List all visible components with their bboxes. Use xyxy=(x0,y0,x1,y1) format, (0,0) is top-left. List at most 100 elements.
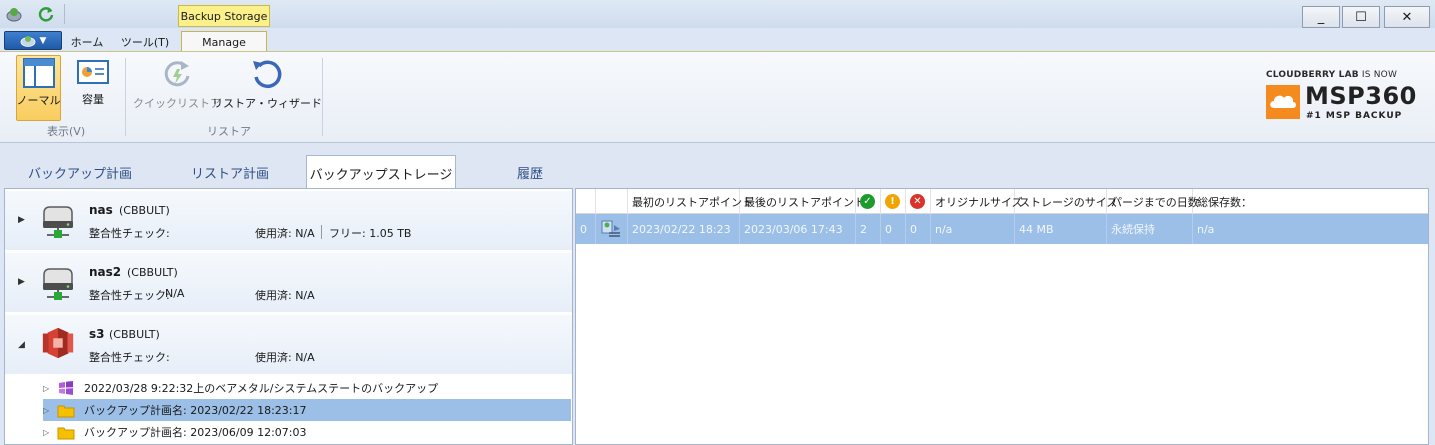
folder-icon xyxy=(57,424,77,440)
storage-owner: (CBBULT) xyxy=(127,266,178,279)
warning-icon: ! xyxy=(885,194,900,209)
tab-manage[interactable]: Manage xyxy=(181,31,267,52)
tree-item-backup-plan-20230609[interactable]: ▷ バックアップ計画名: 2023/06/09 12:07:03 xyxy=(43,421,571,443)
group-separator xyxy=(125,58,126,136)
title-bar: Backup Storage _ ☐ ✕ xyxy=(0,0,1435,28)
tree-item-backup-plan-20230222[interactable]: ▷ バックアップ計画名: 2023/02/22 18:23:17 xyxy=(43,399,571,421)
cell-first-restore-point: 2023/02/22 18:23 xyxy=(628,214,740,244)
cell-storage-size: 44 MB xyxy=(1015,214,1107,244)
tab-tools[interactable]: ツール(T) xyxy=(114,31,176,52)
used-space: 使用済: N/A xyxy=(255,351,315,364)
storage-owner: (CBBULT) xyxy=(119,204,170,217)
ribbon-panel: ノーマル 容量 表示(V) クイックリストア リストア・ウィザード リストア C… xyxy=(0,51,1435,143)
free-space: フリー: 1.05 TB xyxy=(329,227,412,240)
chevron-down-icon: ▼ xyxy=(39,35,47,46)
capacity-view-label: 容量 xyxy=(82,93,104,106)
tree-item-label: バックアップ計画名: 2023/02/22 18:23:17 xyxy=(84,404,307,417)
restore-wizard-icon xyxy=(253,60,282,89)
view-group-label: 表示(V) xyxy=(47,125,86,138)
storage-name: s3 xyxy=(89,327,105,341)
minimize-button[interactable]: _ xyxy=(1302,6,1340,28)
normal-view-icon xyxy=(22,58,55,88)
tab-history[interactable]: 履歴 xyxy=(500,155,560,189)
grid-header: 最初のリストアポイント 最後のリストアポイント ✓ ! ✕ オリジナルサイズ ス… xyxy=(576,189,1428,214)
storage-item-nas[interactable]: ▶ nas (CBBULT) 整合性チェック: 使用済: N/A フリー: 1.… xyxy=(5,191,572,251)
cell-error-count: 0 xyxy=(906,214,931,244)
collapse-arrow-icon[interactable]: ◢ xyxy=(18,340,25,350)
cell-index: 0 xyxy=(576,214,596,244)
tab-backup-plans[interactable]: バックアップ計画 xyxy=(18,155,142,189)
integrity-check-label: 整合性チェック: xyxy=(89,227,170,240)
expand-arrow-icon[interactable]: ▷ xyxy=(43,406,57,415)
quick-restore-button[interactable]: クイックリストア xyxy=(133,55,221,121)
table-row[interactable]: 0 2023/02/22 18:23 2023/03/06 17:43 2 0 … xyxy=(576,214,1428,244)
error-icon: ✕ xyxy=(910,194,925,209)
tab-home[interactable]: ホーム xyxy=(66,31,108,52)
column-header-storage-size[interactable]: ストレージのサイズ xyxy=(1015,189,1117,214)
storage-item-nas2[interactable]: ▶ nas2 (CBBULT) 整合性チェック: N/A 使用済: N/A xyxy=(5,253,572,313)
windows-icon xyxy=(57,380,77,396)
app-menu-button[interactable]: ▼ xyxy=(4,31,62,50)
close-button[interactable]: ✕ xyxy=(1384,6,1430,28)
column-header-days-to-purge[interactable]: パージまでの日数 xyxy=(1107,189,1199,214)
cell-warning-count: 0 xyxy=(881,214,906,244)
cell-original-size: n/a xyxy=(931,214,1015,244)
brand-heading: CLOUDBERRY LAB IS NOW xyxy=(1266,70,1398,80)
column-header-type[interactable] xyxy=(596,189,628,214)
tree-item-label: 2022/03/28 9:22:32上のベアメタル/システムステートのバックアッ… xyxy=(84,382,439,395)
used-space: 使用済: N/A xyxy=(255,227,315,240)
amazon-s3-icon xyxy=(42,327,74,359)
capacity-view-icon xyxy=(77,60,109,84)
app-menu-icon xyxy=(20,35,35,47)
maximize-button[interactable]: ☐ xyxy=(1342,6,1380,28)
column-header-total-versions[interactable]: 総保存数： xyxy=(1193,189,1428,214)
quick-restore-label: クイックリストア xyxy=(133,97,221,110)
backup-version-icon xyxy=(601,220,620,237)
expand-arrow-icon[interactable]: ▷ xyxy=(43,384,57,393)
cell-total-versions: n/a xyxy=(1197,222,1215,236)
column-header-warning[interactable]: ! xyxy=(881,189,906,214)
restore-wizard-button[interactable]: リストア・ウィザード xyxy=(212,55,322,121)
restore-points-grid: 最初のリストアポイント 最後のリストアポイント ✓ ! ✕ オリジナルサイズ ス… xyxy=(575,188,1429,445)
cell-days-to-purge: 永続保持 xyxy=(1107,214,1193,244)
storage-owner: (CBBULT) xyxy=(109,328,160,341)
tree-item-label: バックアップ計画名: 2023/06/09 12:07:03 xyxy=(84,426,307,439)
cell-success-count: 2 xyxy=(856,214,881,244)
integrity-check-value: N/A xyxy=(165,287,185,300)
success-icon: ✓ xyxy=(860,194,875,209)
used-space: 使用済: N/A xyxy=(255,289,315,302)
app-icon xyxy=(6,8,22,22)
quick-access-separator xyxy=(64,4,65,24)
column-header-last-restore-point[interactable]: 最後のリストアポイント xyxy=(740,189,865,214)
quick-restore-icon xyxy=(164,61,190,87)
ribbon-tab-bar: ▼ ホーム ツール(T) Manage xyxy=(0,28,1435,52)
divider xyxy=(321,225,322,239)
column-header-original-size[interactable]: オリジナルサイズ xyxy=(931,189,1023,214)
expand-arrow-icon[interactable]: ▶ xyxy=(18,215,25,225)
brand-name: MSP360 xyxy=(1305,82,1417,110)
tree-item-system-state-backup[interactable]: ▷ 2022/03/28 9:22:32上のベアメタル/システムステートのバック… xyxy=(43,377,571,399)
storage-name: nas2 xyxy=(89,265,122,279)
refresh-icon[interactable] xyxy=(37,5,55,23)
column-header-success[interactable]: ✓ xyxy=(856,189,881,214)
expand-arrow-icon[interactable]: ▶ xyxy=(18,277,25,287)
contextual-tab-backup-storage: Backup Storage xyxy=(178,5,270,27)
column-header-error[interactable]: ✕ xyxy=(906,189,931,214)
cell-last-restore-point: 2023/03/06 17:43 xyxy=(740,214,856,244)
column-header-index[interactable] xyxy=(576,189,596,214)
capacity-view-button[interactable]: 容量 xyxy=(70,55,116,121)
normal-view-label: ノーマル xyxy=(16,94,61,107)
tab-backup-storage[interactable]: バックアップストレージ xyxy=(306,155,456,190)
column-header-first-restore-point[interactable]: 最初のリストアポイント xyxy=(628,189,753,214)
expand-arrow-icon[interactable]: ▷ xyxy=(43,428,57,437)
nas-drive-icon xyxy=(43,206,73,238)
brand-tagline: #1 MSP BACKUP xyxy=(1306,111,1403,121)
msp360-logo-icon xyxy=(1266,85,1300,119)
msp360-brand: CLOUDBERRY LAB IS NOW MSP360 #1 MSP BACK… xyxy=(1266,70,1416,125)
tab-restore-plans[interactable]: リストア計画 xyxy=(170,155,290,189)
restore-group-label: リストア xyxy=(207,125,251,138)
normal-view-button[interactable]: ノーマル xyxy=(16,55,61,121)
main-tab-bar: バックアップ計画 リストア計画 バックアップストレージ 履歴 xyxy=(0,143,1435,190)
storage-item-s3[interactable]: ◢ s3 (CBBULT) 整合性チェック: 使用済: N/A xyxy=(5,315,572,375)
folder-icon xyxy=(57,402,77,418)
